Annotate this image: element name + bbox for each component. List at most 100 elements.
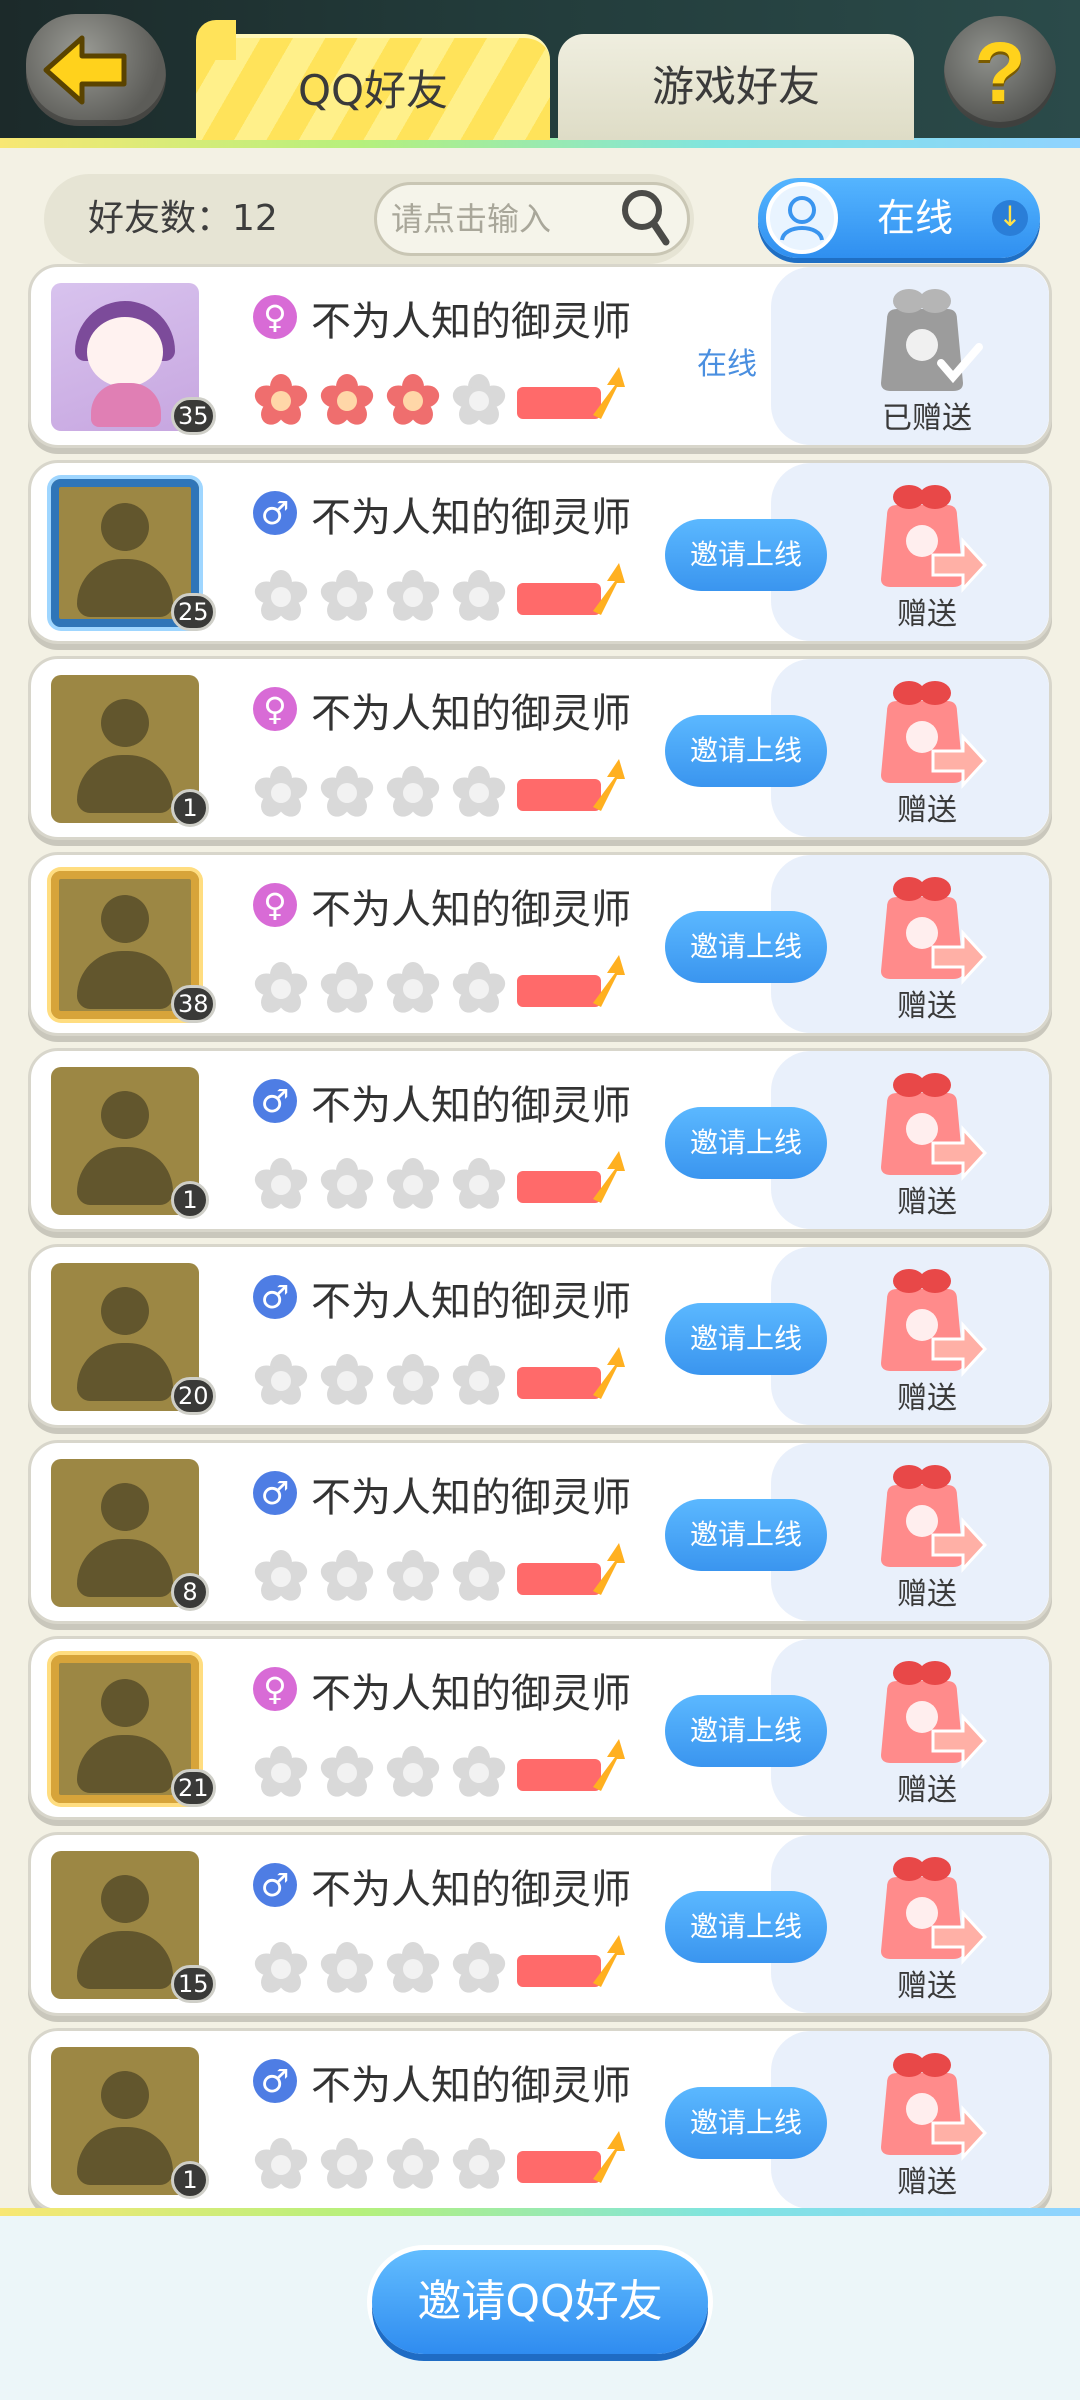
gift-label: 赠送: [897, 1577, 957, 1612]
male-icon: ♂: [253, 491, 297, 535]
invite-online-button[interactable]: 邀请上线: [665, 519, 827, 591]
gift-button[interactable]: [867, 867, 988, 987]
flower-icon: [319, 1745, 375, 1801]
flower-icon: [319, 2137, 375, 2193]
level-badge: 8: [171, 1573, 209, 1611]
female-icon: ♀: [253, 883, 297, 927]
upgraded-badge-icon: [515, 1931, 627, 1993]
gift-label: 赠送: [897, 1381, 957, 1416]
gift-button[interactable]: [867, 1651, 988, 1771]
gift-button[interactable]: [867, 475, 988, 595]
gift-button[interactable]: [867, 1847, 988, 1967]
male-icon: ♂: [253, 1079, 297, 1123]
tab-game-friends[interactable]: 游戏好友: [558, 34, 914, 140]
gift-label: 已赠送: [882, 401, 972, 436]
flower-icon: [319, 373, 375, 429]
gift-button[interactable]: [867, 671, 988, 791]
invite-online-button[interactable]: 邀请上线: [665, 911, 827, 983]
flower-icon: [253, 569, 309, 625]
friend-name: 不为人知的御灵师: [311, 495, 631, 541]
flower-icon: [451, 1549, 507, 1605]
upgraded-badge-icon: [515, 755, 627, 817]
flower-icon: [253, 1941, 309, 1997]
male-icon: ♂: [253, 1863, 297, 1907]
flower-icon: [385, 1157, 441, 1213]
flower-icon: [319, 1941, 375, 1997]
level-badge: 1: [171, 1181, 209, 1219]
invite-online-button[interactable]: 邀请上线: [665, 715, 827, 787]
friend-row[interactable]: 35 ♀ 不为人知的御灵师 在线 已赠送: [28, 264, 1052, 448]
invite-online-button[interactable]: 邀请上线: [665, 1107, 827, 1179]
invite-qq-friends-button[interactable]: 邀请QQ好友: [372, 2250, 708, 2354]
back-arrow-icon: [43, 35, 127, 105]
flower-icon: [319, 569, 375, 625]
invite-online-button[interactable]: 邀请上线: [665, 1695, 827, 1767]
flower-icon: [253, 373, 309, 429]
gift-label: 赠送: [897, 1185, 957, 1220]
upgraded-badge-icon: [515, 2127, 627, 2189]
upgraded-badge-icon: [515, 1147, 627, 1209]
gift-label: 赠送: [897, 2165, 957, 2200]
friend-row[interactable]: 8 ♂ 不为人知的御灵师 邀请上线 赠送: [28, 1440, 1052, 1624]
friend-row[interactable]: 20 ♂ 不为人知的御灵师 邀请上线 赠送: [28, 1244, 1052, 1428]
flower-icon: [319, 1157, 375, 1213]
gift-label: 赠送: [897, 793, 957, 828]
flower-icon: [385, 2137, 441, 2193]
gift-button[interactable]: [867, 1455, 988, 1575]
flower-icon: [451, 569, 507, 625]
level-badge: 25: [171, 593, 216, 631]
gift-label: 赠送: [897, 989, 957, 1024]
male-icon: ♂: [253, 2059, 297, 2103]
status-filter-label: 在线: [876, 196, 953, 240]
flower-icon: [451, 961, 507, 1017]
female-icon: ♀: [253, 1667, 297, 1711]
flower-icon: [451, 1157, 507, 1213]
friend-row[interactable]: 38 ♀ 不为人知的御灵师 邀请上线 赠送: [28, 852, 1052, 1036]
flower-icon: [385, 1353, 441, 1409]
gift-button[interactable]: [867, 1259, 988, 1379]
female-icon: ♀: [253, 295, 297, 339]
upgraded-badge-icon: [515, 1343, 627, 1405]
flower-icon: [253, 1353, 309, 1409]
friend-name: 不为人知的御灵师: [311, 1867, 631, 1913]
friend-row[interactable]: 25 ♂ 不为人知的御灵师 邀请上线赠送: [28, 460, 1052, 644]
gift-sent-icon: [867, 279, 987, 399]
friend-row[interactable]: 1 ♀ 不为人知的御灵师 邀请上线 赠送: [28, 656, 1052, 840]
flower-icon: [385, 1745, 441, 1801]
upgraded-badge-icon: [515, 363, 627, 425]
footer-divider: [0, 2208, 1080, 2216]
flower-icon: [253, 961, 309, 1017]
friend-row[interactable]: 1 ♂ 不为人知的御灵师 邀请上线 赠送: [28, 1048, 1052, 1232]
flower-icon: [385, 765, 441, 821]
gift-label: 赠送: [897, 597, 957, 632]
tab-qq-friends[interactable]: QQ好友: [196, 20, 550, 140]
invite-online-button[interactable]: 邀请上线: [665, 1891, 827, 1963]
search-icon[interactable]: [620, 186, 672, 252]
level-badge: 38: [171, 985, 216, 1023]
flower-icon: [385, 569, 441, 625]
flower-icon: [253, 2137, 309, 2193]
friend-count: 好友数：12: [88, 198, 278, 239]
flower-icon: [451, 373, 507, 429]
upgraded-badge-icon: [515, 559, 627, 621]
flower-icon: [451, 2137, 507, 2193]
friend-row[interactable]: 21 ♀ 不为人知的御灵师 邀请上线 赠送: [28, 1636, 1052, 1820]
invite-online-button[interactable]: 邀请上线: [665, 1303, 827, 1375]
gift-button[interactable]: [867, 1063, 988, 1183]
female-icon: ♀: [253, 687, 297, 731]
friend-row[interactable]: 1 ♂ 不为人知的御灵师 邀请上线 赠送: [28, 2028, 1052, 2212]
friend-row[interactable]: 15 ♂ 不为人知的御灵师 邀请上线 赠送: [28, 1832, 1052, 2016]
help-button[interactable]: ?: [944, 16, 1056, 128]
gift-button[interactable]: [867, 2043, 988, 2163]
flower-icon: [385, 1549, 441, 1605]
flower-icon: [451, 1353, 507, 1409]
friend-name: 不为人知的御灵师: [311, 299, 631, 345]
level-badge: 15: [171, 1965, 216, 2003]
back-button[interactable]: [26, 14, 166, 126]
invite-online-button[interactable]: 邀请上线: [665, 1499, 827, 1571]
upgraded-badge-icon: [515, 1735, 627, 1797]
upgraded-badge-icon: [515, 951, 627, 1013]
flower-icon: [385, 1941, 441, 1997]
friend-name: 不为人知的御灵师: [311, 1671, 631, 1717]
invite-online-button[interactable]: 邀请上线: [665, 2087, 827, 2159]
